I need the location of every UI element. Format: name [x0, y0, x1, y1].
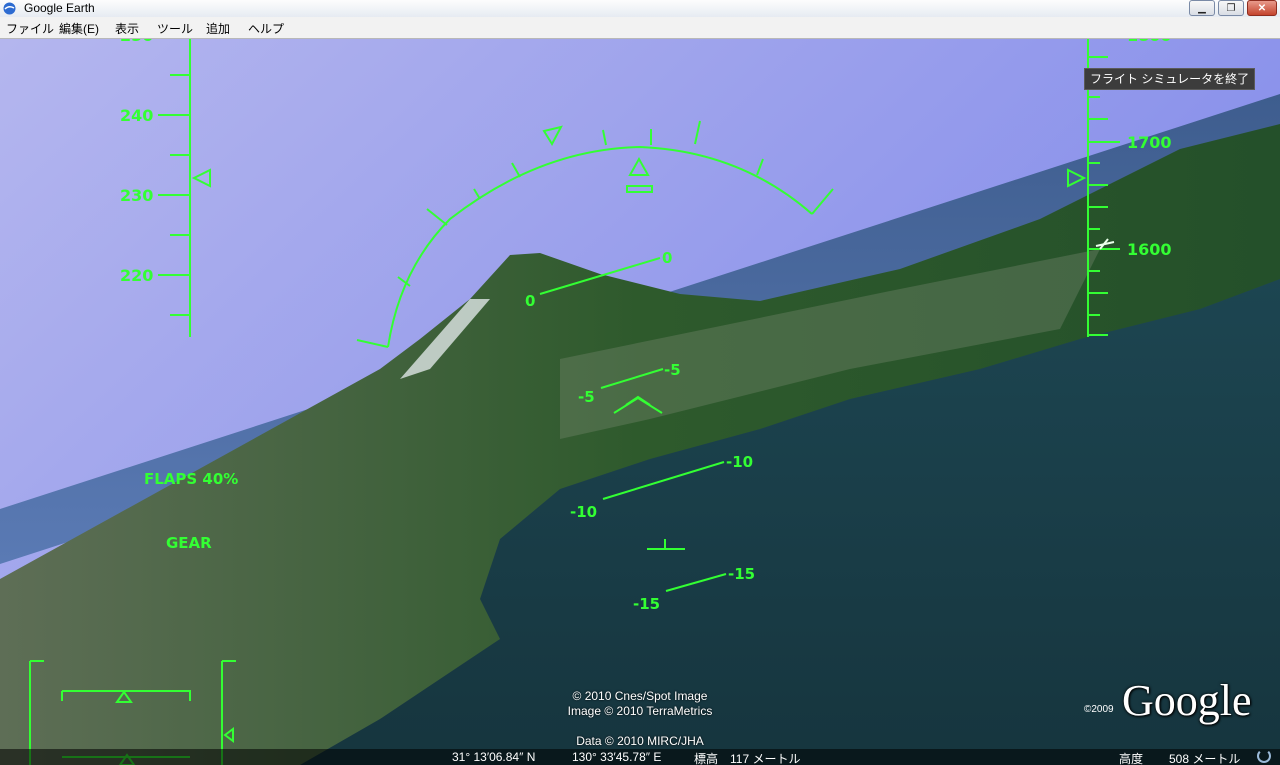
- speed-label-240: 240: [120, 106, 153, 125]
- flight-scene: 250 240 230 220 1800 1700 1600 0 0 -5 -5…: [0, 39, 1280, 765]
- loading-spinner-icon: [1257, 749, 1271, 763]
- maximize-button[interactable]: ❐: [1218, 0, 1244, 16]
- menu-edit[interactable]: 編集(E): [59, 20, 99, 37]
- window-title: Google Earth: [24, 1, 95, 15]
- latitude: 31° 13′06.84″ N: [452, 750, 536, 764]
- menu-file[interactable]: ファイル: [6, 20, 54, 37]
- speed-label-220: 220: [120, 266, 153, 285]
- title-bar: Google Earth ▁ ❐ ✕: [0, 0, 1280, 17]
- pitch-label-15-left: -15: [633, 595, 660, 613]
- copyright-line-1: © 2010 Cnes/Spot Image: [572, 689, 708, 703]
- altitude-label-1800: 1800: [1127, 39, 1172, 45]
- longitude: 130° 33′45.78″ E: [572, 750, 662, 764]
- pitch-label-5-left: -5: [578, 388, 595, 406]
- elevation-label: 標高: [694, 752, 719, 765]
- copyright-line-3: Data © 2010 MIRC/JHA: [576, 734, 704, 748]
- menu-bar: ファイル 編集(E) 表示 ツール 追加 ヘルプ: [0, 17, 1280, 39]
- menu-view[interactable]: 表示: [115, 20, 139, 37]
- status-bar: 31° 13′06.84″ N 130° 33′45.78″ E 標高 117 …: [0, 749, 1280, 765]
- pitch-label-10-right: -10: [726, 453, 753, 471]
- pitch-label-0-left: 0: [525, 292, 535, 310]
- menu-tools[interactable]: ツール: [157, 20, 193, 37]
- earth-3d-view[interactable]: 250 240 230 220 1800 1700 1600 0 0 -5 -5…: [0, 39, 1280, 765]
- altitude-label-1600: 1600: [1127, 240, 1172, 259]
- altitude-label-1700: 1700: [1127, 133, 1172, 152]
- pitch-label-5-right: -5: [664, 361, 681, 379]
- minimize-button[interactable]: ▁: [1189, 0, 1215, 16]
- pitch-label-10-left: -10: [570, 503, 597, 521]
- eye-altitude-value: 508 メートル: [1169, 752, 1241, 765]
- eye-altitude-label: 高度: [1119, 752, 1144, 765]
- gear-indicator: GEAR: [166, 534, 212, 552]
- copyright-line-2: Image © 2010 TerraMetrics: [567, 704, 713, 718]
- pitch-label-0-right: 0: [662, 249, 672, 267]
- google-earth-icon: [3, 2, 16, 15]
- close-button[interactable]: ✕: [1247, 0, 1277, 16]
- elevation-value: 117 メートル: [730, 752, 801, 765]
- speed-label-250: 250: [120, 39, 153, 45]
- pitch-label-15-right: -15: [728, 565, 755, 583]
- speed-label-230: 230: [120, 186, 153, 205]
- logo-copyright: ©2009: [1084, 704, 1114, 715]
- flaps-indicator: FLAPS 40%: [144, 470, 238, 488]
- menu-add[interactable]: 追加: [206, 20, 230, 37]
- menu-help[interactable]: ヘルプ: [248, 20, 284, 37]
- google-logo: Google: [1122, 676, 1252, 725]
- exit-flight-simulator-button[interactable]: フライト シミュレータを終了: [1084, 68, 1256, 90]
